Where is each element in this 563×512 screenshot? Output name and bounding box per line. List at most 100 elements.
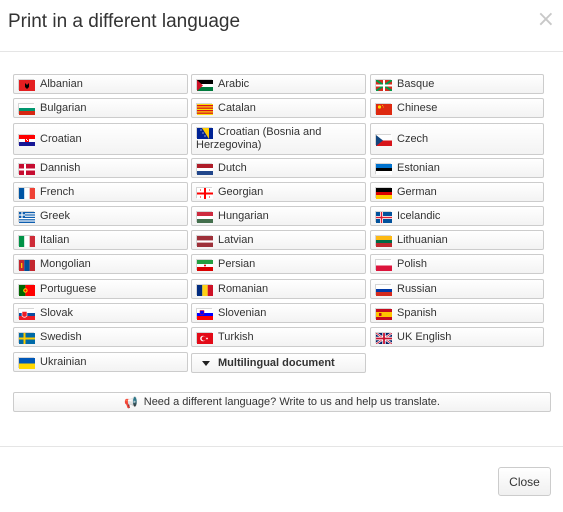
arabic-flag-icon: [196, 78, 213, 91]
language-button-persian[interactable]: Persian: [191, 254, 366, 274]
language-label: Catalan: [218, 101, 256, 114]
language-button-albanian[interactable]: Albanian: [13, 74, 188, 94]
language-label: Slovak: [40, 306, 74, 319]
catalonia-flag-icon: [196, 102, 213, 115]
language-label: Latvian: [218, 233, 254, 246]
czech-flag-icon: [375, 133, 392, 146]
dialog-title: Print in a different language: [8, 11, 241, 32]
language-button-slovak[interactable]: Slovak: [13, 303, 188, 323]
language-button-mongolian[interactable]: Mongolian: [13, 254, 188, 274]
language-button-turkish[interactable]: Turkish: [191, 327, 366, 347]
language-button-german[interactable]: German: [370, 182, 544, 202]
germany-flag-icon: [375, 186, 392, 199]
language-button-ukrainian[interactable]: Ukrainian: [13, 352, 188, 372]
language-label: Swedish: [40, 330, 82, 343]
sweden-flag-icon: [18, 331, 35, 344]
language-label: Romanian: [218, 282, 269, 295]
language-label: Lithuanian: [397, 233, 448, 246]
croatia-flag-icon: [18, 133, 35, 146]
language-button-romanian[interactable]: Romanian: [191, 279, 366, 299]
language-label: Basque: [397, 77, 435, 90]
language-button-icelandic[interactable]: Icelandic: [370, 206, 544, 226]
language-button-swedish[interactable]: Swedish: [13, 327, 188, 347]
language-button-french[interactable]: French: [13, 182, 188, 202]
italy-flag-icon: [18, 234, 35, 247]
turkey-flag-icon: [196, 331, 213, 344]
language-label: Arabic: [218, 77, 250, 90]
language-label: Persian: [218, 257, 256, 270]
bosnia-flag-icon: [196, 126, 213, 139]
slovenia-flag-icon: [196, 307, 213, 320]
language-label: Dannish: [40, 161, 81, 174]
language-label: Icelandic: [397, 209, 441, 222]
language-label: Croatian (Bosnia and Herzegovina): [196, 126, 322, 151]
netherlands-flag-icon: [196, 162, 213, 175]
ukraine-flag-icon: [18, 356, 35, 369]
language-button-croatian-bosnia-and-herzegovina[interactable]: Croatian (Bosnia and Herzegovina): [191, 123, 366, 155]
language-button-croatian[interactable]: Croatian: [13, 123, 188, 155]
france-flag-icon: [18, 186, 35, 199]
language-label: Dutch: [218, 161, 247, 174]
uk-flag-icon: [375, 331, 392, 344]
language-label: Polish: [397, 257, 427, 270]
language-button-czech[interactable]: Czech: [370, 123, 544, 155]
language-label: Chinese: [397, 101, 438, 114]
russia-flag-icon: [375, 283, 392, 296]
help-translate-label: Need a different language? Write to us a…: [143, 396, 440, 408]
language-button-greek[interactable]: Greek: [13, 206, 188, 226]
basque-flag-icon: [375, 78, 392, 91]
language-button-hungarian[interactable]: Hungarian: [191, 206, 366, 226]
language-button-slovenian[interactable]: Slovenian: [191, 303, 366, 323]
language-label: French: [40, 185, 75, 198]
language-label: Bulgarian: [40, 101, 87, 114]
language-label: Italian: [40, 233, 70, 246]
iran-flag-icon: [196, 258, 213, 271]
caret-down-icon: [202, 360, 210, 366]
language-label: Croatian: [40, 132, 82, 145]
language-button-latvian[interactable]: Latvian: [191, 230, 366, 250]
language-button-basque[interactable]: Basque: [370, 74, 544, 94]
language-label: Mongolian: [40, 257, 91, 270]
language-label: German: [397, 185, 437, 198]
bulgaria-flag-icon: [18, 102, 35, 115]
language-button-dannish[interactable]: Dannish: [13, 158, 188, 178]
language-label: Portuguese: [40, 282, 97, 295]
language-button-georgian[interactable]: Georgian: [191, 182, 366, 202]
spain-flag-icon: [375, 307, 392, 320]
language-label: Albanian: [40, 77, 83, 90]
help-translate-button[interactable]: 📢 Need a different language? Write to us…: [13, 392, 551, 412]
iceland-flag-icon: [375, 210, 392, 223]
language-button-uk-english[interactable]: UK English: [370, 327, 544, 347]
language-label: Russian: [397, 282, 437, 295]
china-flag-icon: [375, 102, 392, 115]
mongolia-flag-icon: [18, 258, 35, 271]
language-label: Hungarian: [218, 209, 269, 222]
language-label: Ukrainian: [40, 355, 87, 368]
language-label: Czech: [397, 132, 429, 145]
language-button-bulgarian[interactable]: Bulgarian: [13, 98, 188, 118]
close-button[interactable]: Close: [498, 467, 551, 496]
georgia-flag-icon: [196, 186, 213, 199]
language-button-estonian[interactable]: Estonian: [370, 158, 544, 178]
close-icon[interactable]: ×: [537, 9, 555, 31]
language-button-lithuanian[interactable]: Lithuanian: [370, 230, 544, 250]
language-label: Slovenian: [218, 306, 267, 319]
language-button-chinese[interactable]: Chinese: [370, 98, 544, 118]
denmark-flag-icon: [18, 162, 35, 175]
greece-flag-icon: [18, 210, 35, 223]
language-button-russian[interactable]: Russian: [370, 279, 544, 299]
lithuania-flag-icon: [375, 234, 392, 247]
modal-header: Print in a different language ×: [0, 0, 563, 52]
multilingual-document-button[interactable]: Multilingual document: [191, 353, 366, 373]
latvia-flag-icon: [196, 234, 213, 247]
poland-flag-icon: [375, 258, 392, 271]
language-button-italian[interactable]: Italian: [13, 230, 188, 250]
language-button-arabic[interactable]: Arabic: [191, 74, 366, 94]
language-button-portuguese[interactable]: Portuguese: [13, 279, 188, 299]
language-button-polish[interactable]: Polish: [370, 254, 544, 274]
language-button-catalan[interactable]: Catalan: [191, 98, 366, 118]
footer-divider: [0, 446, 563, 447]
slovakia-flag-icon: [18, 307, 35, 320]
language-button-spanish[interactable]: Spanish: [370, 303, 544, 323]
language-button-dutch[interactable]: Dutch: [191, 158, 366, 178]
